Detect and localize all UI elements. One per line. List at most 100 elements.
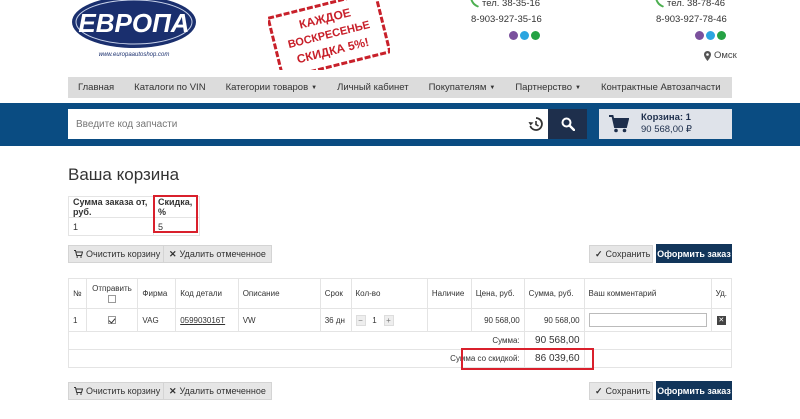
phone-icon [470, 0, 479, 8]
mobile-number[interactable]: 8-903-927-78-46 [656, 14, 727, 25]
checkout-button-bottom[interactable]: Оформить заказ [656, 381, 732, 400]
search-button[interactable] [548, 109, 587, 139]
row-qty-cell: − 1 + [350, 308, 428, 332]
caret-down-icon: ▼ [575, 84, 581, 91]
row-code-cell: 059903016T [175, 308, 239, 332]
nav-item-home[interactable]: Главная [68, 82, 124, 93]
whatsapp-icon[interactable] [717, 31, 726, 40]
page-title: Ваша корзина [68, 165, 180, 184]
whatsapp-icon[interactable] [531, 31, 540, 40]
cart-icon [609, 115, 629, 133]
delete-selected-button[interactable]: ✕ Удалить отмеченное [163, 245, 272, 263]
cart-summary: Корзина: 1 90 568,00 ₽ [641, 112, 692, 136]
row-send-checkbox[interactable] [108, 316, 116, 325]
sum-label: Сумма: [68, 331, 525, 350]
checkout-label: Оформить заказ [657, 248, 731, 259]
history-icon[interactable] [528, 116, 544, 132]
clear-cart-label: Очистить корзину [86, 386, 161, 396]
close-icon: ✕ [169, 385, 177, 396]
cart-items-table: № Отправить Фирма Код детали Описание Ср… [68, 278, 733, 368]
caret-down-icon: ▼ [489, 84, 496, 91]
table-header-row: № Отправить Фирма Код детали Описание Ср… [68, 278, 733, 309]
phone-number[interactable]: тел. 38-78-46 [667, 0, 725, 9]
search-icon [561, 117, 575, 131]
delete-selected-label: Удалить отмеченное [179, 249, 266, 259]
delete-row-icon[interactable]: ✕ [716, 315, 726, 325]
nav-label: Каталоги по VIN [134, 82, 206, 93]
site-header: ЕВРОПА www.europaautoshop.com КАЖДОЕ ВОС… [0, 0, 800, 75]
nav-label: Партнерство [515, 82, 572, 93]
cart-icon [74, 250, 83, 258]
telegram-icon[interactable] [706, 31, 715, 40]
col-qty: Кол-во [350, 278, 428, 309]
city-selector[interactable]: Омск [704, 50, 737, 61]
save-button-bottom[interactable]: ✓ Сохранить [589, 382, 653, 400]
row-delete-cell: ✕ [710, 308, 733, 332]
quantity-increment-button[interactable]: + [383, 314, 394, 326]
row-num: 1 [68, 308, 87, 332]
col-term: Срок [319, 278, 352, 309]
discount-sum-row: Сумма со скидкой: 86 039,60 [68, 349, 733, 368]
nav-item-partnership[interactable]: Партнерство ▼ [505, 82, 591, 93]
part-code-search-input[interactable] [68, 109, 548, 139]
col-sum: Сумма, руб. [523, 278, 585, 309]
cart-widget[interactable]: Корзина: 1 90 568,00 ₽ [599, 109, 732, 139]
checkout-button[interactable]: Оформить заказ [656, 244, 732, 263]
europa-logo[interactable]: ЕВРОПА www.europaautoshop.com [70, 0, 198, 62]
cart-icon [74, 387, 83, 395]
sum-row: Сумма: 90 568,00 [68, 331, 733, 350]
nav-item-account[interactable]: Личный кабинет [327, 82, 418, 93]
quantity-decrement-button[interactable]: − [355, 314, 366, 326]
col-price: Цена, руб. [470, 278, 525, 309]
phone-number[interactable]: тел. 38-35-16 [482, 0, 540, 9]
clear-cart-button[interactable]: Очистить корзину [68, 245, 167, 263]
nav-label: Категории товаров [225, 82, 309, 93]
row-sum: 90 568,00 [523, 308, 585, 332]
row-brand: VAG [137, 308, 177, 332]
viber-icon[interactable] [509, 31, 518, 40]
clear-cart-label: Очистить корзину [86, 249, 161, 259]
row-term: 36 дн [319, 308, 352, 332]
close-icon: ✕ [169, 248, 177, 259]
col-code: Код детали [175, 278, 239, 309]
messenger-icons [509, 31, 540, 40]
comment-input[interactable] [588, 313, 707, 327]
discount-threshold-header: Сумма заказа от, руб. [68, 196, 154, 218]
select-all-checkbox[interactable] [108, 295, 116, 304]
telegram-icon[interactable] [520, 31, 529, 40]
sum-spacer [583, 331, 733, 350]
city-name: Омск [714, 50, 737, 61]
cart-total: 90 568,00 ₽ [641, 124, 692, 135]
nav-item-contract-parts[interactable]: Контрактные Автозапчасти [591, 82, 731, 93]
discount-threshold-value: 1 [68, 217, 154, 236]
checkout-label: Оформить заказ [657, 385, 731, 396]
promo-stamp: КАЖДОЕ ВОСКРЕСЕНЬЕ СКИДКА 5%! [268, 0, 390, 70]
col-num: № [68, 278, 87, 309]
save-label: Сохранить [605, 249, 651, 259]
col-desc: Описание [237, 278, 321, 309]
save-button[interactable]: ✓ Сохранить [589, 245, 653, 263]
svg-text:ЕВРОПА: ЕВРОПА [78, 8, 189, 38]
nav-label: Покупателям [428, 82, 487, 93]
part-code-link[interactable]: 059903016T [180, 316, 225, 325]
quantity-value[interactable]: 1 [368, 316, 382, 325]
nav-item-customers[interactable]: Покупателям ▼ [419, 82, 506, 93]
col-send: Отправить [85, 278, 139, 309]
sum-value: 90 568,00 [523, 331, 585, 350]
svg-text:www.europaautoshop.com: www.europaautoshop.com [99, 52, 170, 58]
clear-cart-button-bottom[interactable]: Очистить корзину [68, 382, 167, 400]
nav-item-vin-catalogs[interactable]: Каталоги по VIN [124, 82, 215, 93]
mobile-number[interactable]: 8-903-927-35-16 [471, 14, 542, 25]
messenger-icons [695, 31, 726, 40]
table-row: 1 VAG 059903016T VW 36 дн − 1 + 90 568,0… [68, 308, 733, 332]
discount-highlight [153, 195, 198, 233]
discount-sum-spacer [583, 349, 733, 368]
delete-selected-button-bottom[interactable]: ✕ Удалить отмеченное [163, 382, 272, 400]
viber-icon[interactable] [695, 31, 704, 40]
col-delete: Уд. [710, 278, 733, 309]
nav-item-categories[interactable]: Категории товаров ▼ [216, 82, 328, 93]
cart-count: Корзина: 1 [641, 112, 691, 123]
col-brand: Фирма [137, 278, 177, 309]
check-icon: ✓ [595, 385, 603, 396]
discount-sum-label: Сумма со скидкой: [68, 349, 525, 368]
